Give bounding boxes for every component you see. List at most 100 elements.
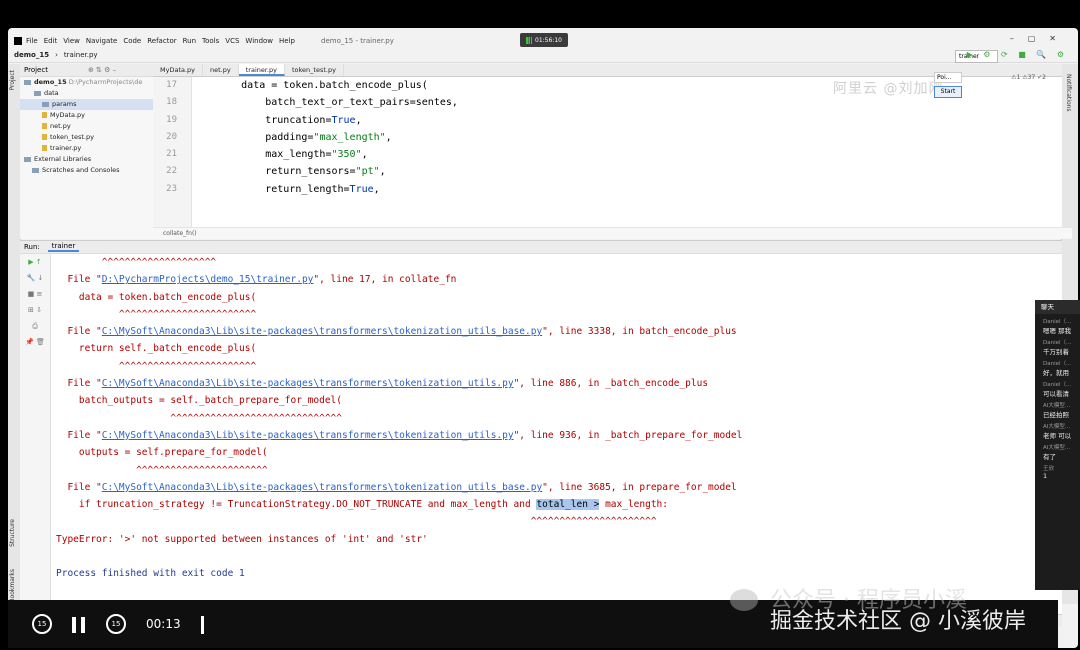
tab-net[interactable]: net.py (203, 64, 239, 76)
nav-project[interactable]: demo_15 (14, 51, 49, 59)
structure-tool-tab[interactable]: Structure (9, 519, 16, 547)
code-lines[interactable]: data = token.batch_encode_plus( batch_te… (193, 77, 458, 198)
notifications-tool-tab[interactable]: Notifications (1065, 74, 1072, 112)
traceback-file-link[interactable]: C:\MySoft\Anaconda3\Lib\site-packages\tr… (102, 378, 514, 389)
chat-text: 好，就用 (1043, 369, 1069, 377)
nav-file[interactable]: trainer.py (64, 51, 98, 59)
chat-text: 可以看清 (1043, 390, 1069, 398)
progress-thumb[interactable] (201, 616, 204, 634)
tab-mydata[interactable]: MyData.py (153, 64, 204, 76)
menu-window[interactable]: Window (245, 37, 273, 45)
folder-icon (42, 101, 49, 107)
pause-icon[interactable] (72, 617, 86, 633)
project-header-label[interactable]: Project (24, 66, 48, 74)
start-button[interactable]: Start (934, 86, 962, 98)
menu-navigate[interactable]: Navigate (86, 37, 117, 45)
chat-sender: AI大模型... (1043, 424, 1071, 430)
tab-trainer[interactable]: trainer.py (238, 64, 285, 76)
rerun-icon[interactable]: ▶ ↑ (20, 254, 50, 270)
tab-token-test[interactable]: token_test.py (285, 64, 344, 76)
panel-settings-icon[interactable]: ⊕ ⇅ ⚙ – (88, 66, 116, 74)
scratches-icon (32, 167, 39, 173)
console-line: ^^^^^^^^^^^^^^^^^^^^^^^ (56, 464, 268, 476)
chat-text: 老师 可以 (1043, 432, 1072, 440)
console-line: return self._batch_encode_plus( (56, 343, 257, 355)
menu-tools[interactable]: Tools (202, 37, 219, 45)
project-tool-tab[interactable]: Project (9, 70, 16, 91)
tree-item-data[interactable]: data (20, 88, 153, 99)
traceback-file-link[interactable]: C:\MySoft\Anaconda3\Lib\site-packages\tr… (102, 326, 542, 337)
library-icon (24, 156, 31, 162)
chat-sender: Daniel（... (1043, 319, 1072, 325)
menu-file[interactable]: File (26, 37, 38, 45)
code-line[interactable]: return_tensors="pt", (193, 163, 458, 180)
window-controls[interactable]: –▢✕ (1010, 34, 1070, 43)
line-number: 20 (166, 131, 177, 142)
run-tab-trainer[interactable]: trainer (47, 242, 80, 252)
python-file-icon (42, 112, 47, 118)
code-editor: MyData.py net.py trainer.py token_test.p… (153, 64, 1072, 239)
code-line[interactable]: padding="max_length", (193, 129, 458, 146)
tree-item-token-test[interactable]: token_test.py (20, 132, 153, 143)
tree-item-trainer[interactable]: trainer.py (20, 143, 153, 154)
console-output[interactable]: ^^^^^^^^^^^^^^^^^^^^ File "D:\PycharmPro… (56, 254, 742, 583)
menu-code[interactable]: Code (123, 37, 141, 45)
console-line: File "C:\MySoft\Anaconda3\Lib\site-packa… (56, 326, 737, 338)
chat-message: Daniel（... 千万别着 (1035, 335, 1080, 356)
chat-sender: Daniel（... (1043, 361, 1072, 367)
recording-timer: 01:56:10 (520, 33, 568, 47)
code-line[interactable]: return_length=True, (193, 181, 458, 198)
run-label: Run: (24, 243, 40, 251)
line-number: 21 (166, 149, 177, 160)
menu-refactor[interactable]: Refactor (147, 37, 176, 45)
wechat-logo-icon (730, 589, 758, 611)
traceback-file-link[interactable]: D:\PycharmProjects\demo_15\trainer.py (102, 274, 314, 285)
console-line: TypeError: '>' not supported between ins… (56, 533, 428, 545)
selected-text: total_len > (536, 499, 600, 511)
wrench-icon[interactable]: 🔧 ↓ (20, 270, 50, 286)
menu-vcs[interactable]: VCS (225, 37, 239, 45)
menu-help[interactable]: Help (279, 37, 295, 45)
skip-forward-icon[interactable]: 15 (106, 614, 126, 634)
chat-sender: Daniel（... (1043, 382, 1072, 388)
python-file-icon (42, 145, 47, 151)
pin-icon[interactable]: 📌 🗑 (20, 334, 50, 350)
tree-item-net[interactable]: net.py (20, 121, 153, 132)
print-icon[interactable]: ⎙ (20, 318, 50, 334)
chat-text: 嗯嗯 那我 (1043, 327, 1072, 335)
project-panel: Project ⊕ ⇅ ⚙ – demo_15 D:\PycharmProjec… (20, 64, 154, 239)
folder-icon (34, 90, 41, 96)
tree-item-scratches[interactable]: Scratches and Consoles (20, 165, 153, 176)
chat-text: 有了 (1043, 453, 1056, 461)
tree-item-root[interactable]: demo_15 D:\PycharmProjects\de (20, 77, 153, 88)
code-line[interactable]: max_length="350", (193, 146, 458, 163)
traceback-file-link[interactable]: C:\MySoft\Anaconda3\Lib\site-packages\tr… (102, 482, 542, 493)
layout-icon[interactable]: ⊞ ⇩ (20, 302, 50, 318)
pycharm-logo-icon (14, 37, 22, 45)
chat-messages: Daniel（... 嗯嗯 那我 Daniel（... 千万别着 Daniel（... 好… (1035, 314, 1080, 480)
chat-sender: AI大模型... (1043, 445, 1071, 451)
code-line[interactable]: batch_text_or_text_pairs=sentes, (193, 94, 458, 111)
console-line: File "D:\PycharmProjects\demo_15\trainer… (56, 274, 457, 286)
console-line: File "C:\MySoft\Anaconda3\Lib\site-packa… (56, 429, 743, 441)
console-line: if truncation_strategy != TruncationStra… (56, 499, 668, 511)
chat-text: 1 (1043, 472, 1048, 480)
code-line[interactable]: truncation=True, (193, 112, 458, 129)
tooltip-popup: Poi... Start (934, 72, 962, 98)
tree-item-mydata[interactable]: MyData.py (20, 110, 153, 121)
menu-edit[interactable]: Edit (44, 37, 58, 45)
stop-icon[interactable]: ■ ≡ (20, 286, 50, 302)
breadcrumb[interactable]: collate_fn() (153, 227, 1072, 239)
inspection-widget[interactable]: ⚠1 ⚠37 ✓2 (1011, 74, 1046, 81)
bookmarks-tool-tab[interactable]: Bookmarks (9, 569, 16, 603)
menu-view[interactable]: View (63, 37, 80, 45)
code-line[interactable]: data = token.batch_encode_plus( (193, 77, 458, 94)
toolbar-run-icons[interactable]: ▶ ⚙ ⟳ ■ 🔍 ⚙ (967, 50, 1068, 59)
line-number: 22 (166, 166, 177, 177)
tree-item-params[interactable]: params (20, 99, 153, 110)
traceback-file-link[interactable]: C:\MySoft\Anaconda3\Lib\site-packages\tr… (102, 430, 514, 441)
chat-panel: 聊天 Daniel（... 嗯嗯 那我 Daniel（... 千万别着 Daniel（.… (1035, 300, 1080, 590)
skip-back-icon[interactable]: 15 (32, 614, 52, 634)
menu-run[interactable]: Run (183, 37, 196, 45)
tree-item-external-libraries[interactable]: External Libraries (20, 154, 153, 165)
